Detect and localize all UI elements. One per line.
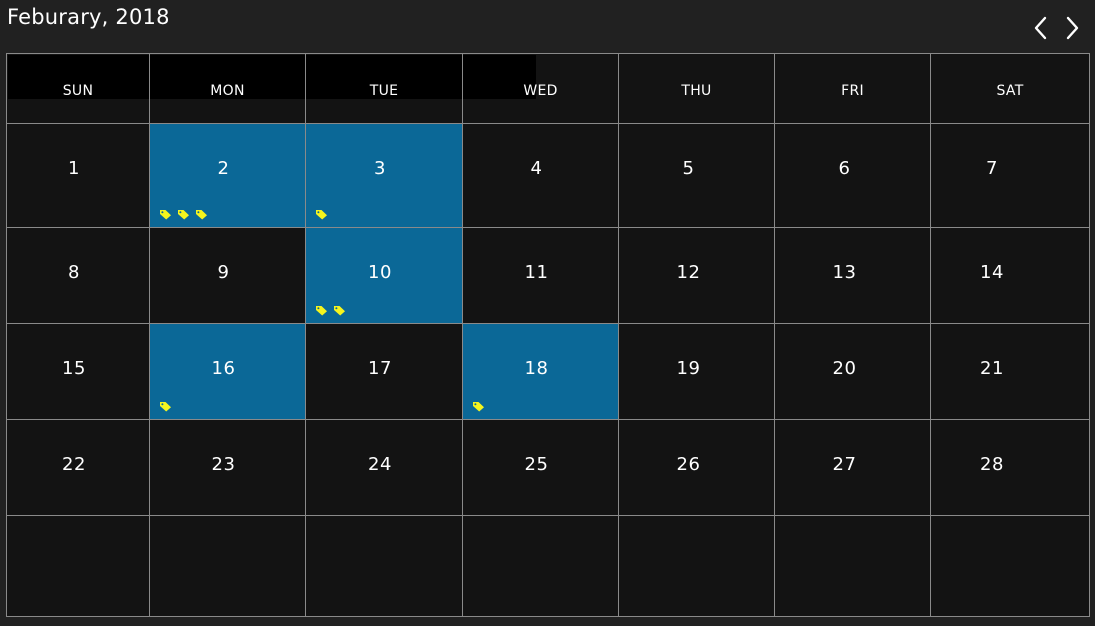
day-number: 20 [832, 358, 857, 379]
day-cell-12[interactable]: 12 [619, 228, 775, 324]
day-cell-23[interactable]: 23 [150, 420, 306, 516]
weekday-label: THU [681, 83, 712, 99]
day-number: 6 [838, 158, 851, 179]
day-number: 21 [980, 358, 1004, 379]
calendar-grid: SUN MON TUE WED THU FRI SAT 1 2 3 4 5 6 7 8 9 10 11 12 13 14… [6, 53, 1090, 617]
day-cell-8[interactable]: 8 [7, 228, 150, 324]
weekday-header-thu: THU [619, 54, 775, 124]
day-cell-14[interactable]: 14 [931, 228, 1090, 324]
weekday-header-sat: SAT [931, 54, 1090, 124]
empty-day-cell[interactable] [463, 516, 619, 617]
day-cell-19[interactable]: 19 [619, 324, 775, 420]
day-number: 23 [211, 454, 236, 475]
day-cell-3[interactable]: 3 [306, 124, 463, 228]
month-title: Feburary, 2018 [7, 5, 170, 29]
day-number: 9 [217, 262, 230, 283]
tag-icon [178, 210, 189, 220]
day-number: 24 [368, 454, 392, 475]
day-cell-13[interactable]: 13 [775, 228, 931, 324]
day-cell-7[interactable]: 7 [931, 124, 1090, 228]
day-number: 25 [524, 454, 549, 475]
weekday-header-fri: FRI [775, 54, 931, 124]
day-cell-10[interactable]: 10 [306, 228, 463, 324]
day-number: 19 [676, 358, 701, 379]
chevron-right-icon [1066, 16, 1079, 40]
day-cell-28[interactable]: 28 [931, 420, 1090, 516]
tag-icon [160, 210, 171, 220]
weekday-label: SUN [62, 83, 94, 99]
event-tags [315, 209, 328, 220]
day-cell-18[interactable]: 18 [463, 324, 619, 420]
weekday-header-tue: TUE [306, 54, 463, 124]
day-number: 8 [68, 262, 80, 283]
weekday-label: FRI [841, 83, 864, 99]
empty-day-cell[interactable] [619, 516, 775, 617]
next-month-button[interactable] [1061, 14, 1083, 42]
day-number: 17 [368, 358, 392, 379]
day-number: 22 [62, 454, 86, 475]
calendar-header: Feburary, 2018 [0, 0, 1095, 54]
event-tags [315, 305, 346, 316]
empty-day-cell[interactable] [306, 516, 463, 617]
day-cell-26[interactable]: 26 [619, 420, 775, 516]
tag-icon [196, 210, 207, 220]
weekday-label: MON [210, 83, 245, 99]
day-cell-16[interactable]: 16 [150, 324, 306, 420]
chevron-left-icon [1034, 16, 1047, 40]
day-number: 7 [986, 158, 998, 179]
weekday-header-mon: MON [150, 54, 306, 124]
day-cell-27[interactable]: 27 [775, 420, 931, 516]
empty-day-cell[interactable] [7, 516, 150, 617]
weekday-header-sun: SUN [7, 54, 150, 124]
tag-icon [473, 402, 484, 412]
prev-month-button[interactable] [1030, 14, 1052, 42]
day-number: 4 [530, 158, 543, 179]
day-number: 1 [68, 158, 80, 179]
day-number: 28 [980, 454, 1004, 475]
day-cell-4[interactable]: 4 [463, 124, 619, 228]
day-number: 16 [211, 358, 236, 379]
day-number: 26 [676, 454, 701, 475]
day-cell-17[interactable]: 17 [306, 324, 463, 420]
day-cell-21[interactable]: 21 [931, 324, 1090, 420]
weekday-label: SAT [996, 83, 1024, 99]
event-tags [472, 401, 485, 412]
empty-day-cell[interactable] [775, 516, 931, 617]
day-number: 11 [524, 262, 549, 283]
day-cell-5[interactable]: 5 [619, 124, 775, 228]
tag-icon [316, 210, 327, 220]
day-cell-9[interactable]: 9 [150, 228, 306, 324]
day-number: 10 [368, 262, 392, 283]
tag-icon [160, 402, 171, 412]
day-cell-11[interactable]: 11 [463, 228, 619, 324]
day-number: 3 [374, 158, 386, 179]
day-number: 18 [524, 358, 549, 379]
day-cell-6[interactable]: 6 [775, 124, 931, 228]
event-tags [159, 401, 172, 412]
day-number: 12 [676, 262, 701, 283]
day-cell-2[interactable]: 2 [150, 124, 306, 228]
day-number: 14 [980, 262, 1004, 283]
tag-icon [316, 306, 327, 316]
day-number: 2 [217, 158, 230, 179]
day-cell-24[interactable]: 24 [306, 420, 463, 516]
weekday-label: WED [523, 83, 558, 99]
tag-icon [334, 306, 345, 316]
weekday-header-wed: WED [463, 54, 619, 124]
day-number: 5 [682, 158, 695, 179]
day-cell-25[interactable]: 25 [463, 420, 619, 516]
empty-day-cell[interactable] [931, 516, 1090, 617]
day-cell-20[interactable]: 20 [775, 324, 931, 420]
day-cell-22[interactable]: 22 [7, 420, 150, 516]
day-cell-15[interactable]: 15 [7, 324, 150, 420]
day-number: 13 [832, 262, 857, 283]
empty-day-cell[interactable] [150, 516, 306, 617]
day-cell-1[interactable]: 1 [7, 124, 150, 228]
event-tags [159, 209, 208, 220]
weekday-label: TUE [369, 83, 399, 99]
day-number: 27 [832, 454, 857, 475]
day-number: 15 [62, 358, 86, 379]
